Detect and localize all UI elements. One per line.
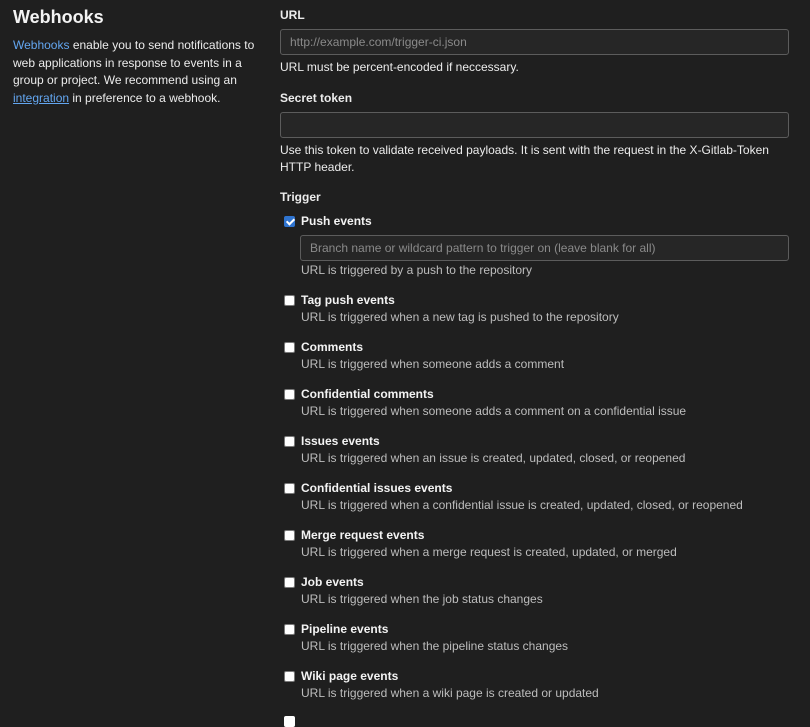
branch-filter-input[interactable] — [300, 235, 789, 261]
trigger-title: Issues events — [301, 434, 380, 448]
trigger-description: URL is triggered when the job status cha… — [301, 592, 543, 606]
trigger-confidential-comments: Confidential comments URL is triggered w… — [280, 387, 790, 421]
secret-token-input[interactable] — [280, 112, 789, 138]
confidential-issues-events-checkbox[interactable] — [284, 483, 295, 494]
url-label: URL — [280, 8, 305, 22]
pipeline-events-checkbox[interactable] — [284, 624, 295, 635]
webhooks-description: Webhooks enable you to send notification… — [13, 37, 258, 107]
trigger-description: URL is triggered when the pipeline statu… — [301, 639, 569, 653]
trigger-description: URL is triggered when someone adds a com… — [301, 357, 565, 371]
merge-request-events-checkbox[interactable] — [284, 530, 295, 541]
url-help-text: URL must be percent-encoded if neccessar… — [280, 60, 519, 74]
url-input[interactable] — [280, 29, 789, 55]
trigger-description: URL is triggered when a new tag is pushe… — [301, 310, 619, 324]
trigger-description: URL is triggered when someone adds a com… — [301, 404, 687, 418]
trigger-title: Comments — [301, 340, 364, 354]
trigger-title: Push events — [301, 214, 372, 228]
page-title: Webhooks — [13, 7, 104, 27]
job-events-checkbox[interactable] — [284, 577, 295, 588]
trigger-title: Confidential comments — [301, 387, 434, 401]
trigger-title: Job events — [301, 575, 364, 589]
trigger-description: URL is triggered when an issue is create… — [301, 451, 686, 465]
trigger-merge-request-events: Merge request events URL is triggered wh… — [280, 528, 790, 562]
trigger-job-events: Job events URL is triggered when the job… — [280, 575, 790, 609]
trigger-description: URL is triggered when a wiki page is cre… — [301, 686, 599, 700]
next-trigger-checkbox[interactable] — [284, 716, 295, 727]
webhooks-settings-page: Webhooks Webhooks enable you to send not… — [0, 0, 810, 727]
tag-push-events-checkbox[interactable] — [284, 295, 295, 306]
trigger-title: Tag push events — [301, 293, 395, 307]
trigger-description: URL is triggered when a merge request is… — [301, 545, 677, 559]
trigger-pipeline-events: Pipeline events URL is triggered when th… — [280, 622, 790, 656]
trigger-tag-push-events: Tag push events URL is triggered when a … — [280, 293, 790, 327]
push-events-checkbox[interactable] — [284, 216, 295, 227]
wiki-page-events-checkbox[interactable] — [284, 671, 295, 682]
trigger-description: URL is triggered by a push to the reposi… — [301, 263, 533, 277]
sidebar-description: Webhooks Webhooks enable you to send not… — [13, 6, 258, 107]
trigger-confidential-issues-events: Confidential issues events URL is trigge… — [280, 481, 790, 515]
trigger-wiki-page-events: Wiki page events URL is triggered when a… — [280, 669, 790, 703]
trigger-title: Pipeline events — [301, 622, 389, 636]
trigger-title: Merge request events — [301, 528, 425, 542]
trigger-label: Trigger — [280, 190, 321, 204]
trigger-title: Wiki page events — [301, 669, 399, 683]
issues-events-checkbox[interactable] — [284, 436, 295, 447]
secret-token-help-text: Use this token to validate received payl… — [280, 143, 769, 174]
trigger-title: Confidential issues events — [301, 481, 453, 495]
secret-token-label: Secret token — [280, 91, 353, 105]
trigger-push-events: Push events URL is triggered by a push t… — [280, 214, 790, 280]
trigger-description: URL is triggered when a confidential iss… — [301, 498, 743, 512]
trigger-comments: Comments URL is triggered when someone a… — [280, 340, 790, 374]
integration-link[interactable]: integration — [13, 91, 69, 105]
trigger-issues-events: Issues events URL is triggered when an i… — [280, 434, 790, 468]
comments-checkbox[interactable] — [284, 342, 295, 353]
description-text-2: in preference to a webhook. — [69, 90, 221, 105]
webhooks-help-link[interactable]: Webhooks — [13, 38, 69, 52]
confidential-comments-checkbox[interactable] — [284, 389, 295, 400]
